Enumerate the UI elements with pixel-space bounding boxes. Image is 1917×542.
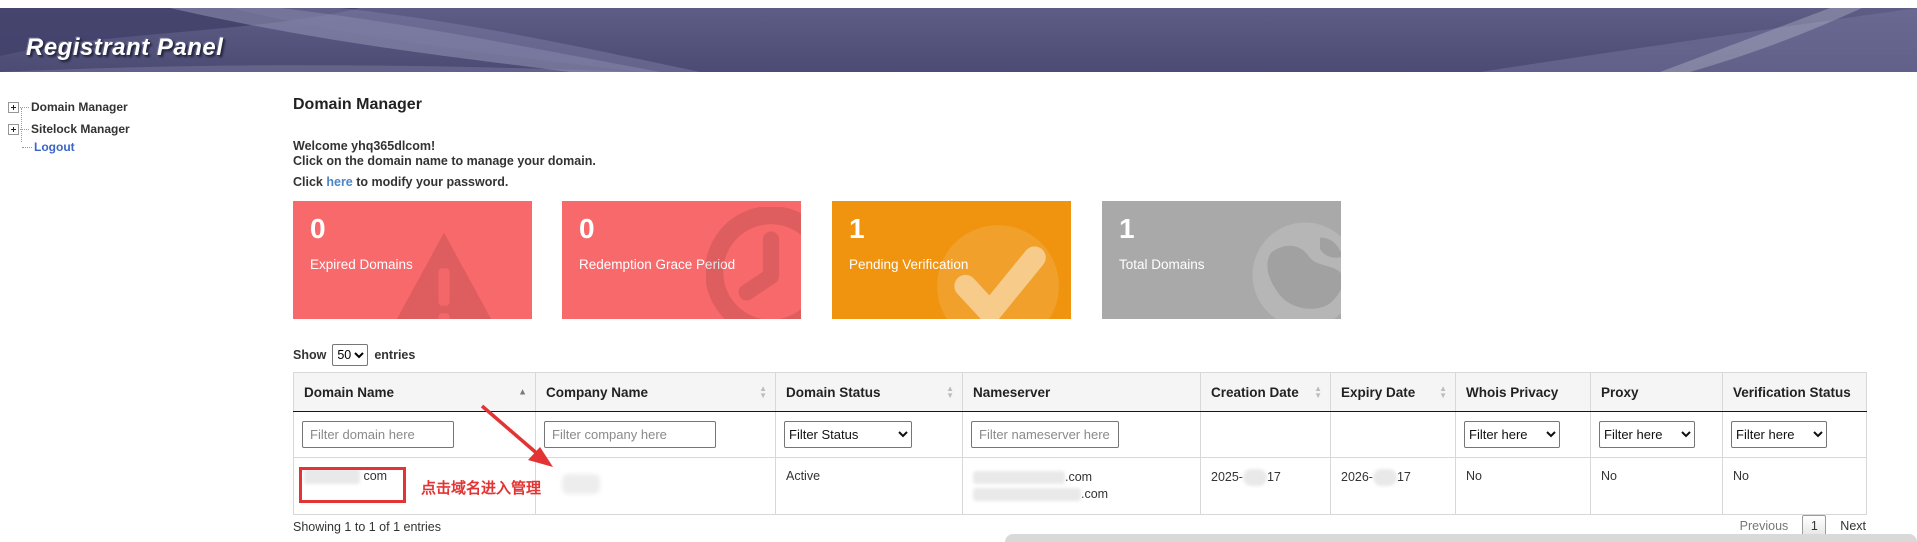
filter-expiry-date-empty	[1331, 412, 1456, 458]
card-value: 0	[310, 213, 326, 245]
tree-dotted-stub	[20, 129, 29, 130]
page-title: Domain Manager	[293, 96, 422, 114]
password-line: Click here to modify your password.	[293, 175, 508, 189]
column-header-domain-status[interactable]: Domain Status ▲▼	[776, 373, 963, 412]
card-total-domains[interactable]: 1 Total Domains	[1102, 201, 1341, 319]
expand-plus-icon[interactable]	[8, 102, 19, 113]
sort-asc-icon[interactable]: ▲	[518, 389, 527, 396]
column-header-whois-privacy[interactable]: Whois Privacy	[1456, 373, 1591, 412]
card-label: Total Domains	[1119, 257, 1205, 272]
sidebar-item-sitelock-manager[interactable]: Sitelock Manager	[8, 122, 130, 136]
sort-both-icon[interactable]: ▲▼	[946, 385, 954, 399]
showing-entries-text: Showing 1 to 1 of 1 entries	[293, 520, 441, 534]
card-value: 1	[849, 213, 865, 245]
filter-nameserver-input[interactable]	[971, 421, 1119, 448]
banner-swoosh-decoration	[0, 8, 1917, 72]
cell-whois-privacy: No	[1456, 458, 1591, 515]
cell-domain-status: Active	[776, 458, 963, 515]
welcome-line2: Click on the domain name to manage your …	[293, 154, 596, 169]
password-line-prefix: Click	[293, 175, 326, 189]
filter-creation-date-empty	[1201, 412, 1331, 458]
cell-expiry-date: 2026-17	[1331, 458, 1456, 515]
table-header-row: Domain Name ▲ Company Name ▲▼ Domain Sta…	[294, 373, 1867, 412]
filter-company-input[interactable]	[544, 421, 716, 448]
show-entries-control: Show 50 entries	[293, 344, 415, 366]
filter-row: Filter Status Filter here Filter here Fi…	[294, 412, 1867, 458]
app-title: Registrant Panel	[26, 34, 223, 62]
show-label: Show	[293, 348, 326, 362]
card-redemption-grace-period[interactable]: 0 Redemption Grace Period	[562, 201, 801, 319]
redacted-blur	[973, 471, 1065, 484]
entries-label: entries	[374, 348, 415, 362]
sidebar-item-logout[interactable]: Logout	[21, 140, 75, 154]
filter-status-select[interactable]: Filter Status	[784, 421, 912, 448]
sort-both-icon[interactable]: ▲▼	[1439, 385, 1447, 399]
welcome-text: Welcome yhq365dlcom! Click on the domain…	[293, 139, 596, 169]
column-header-verification-status[interactable]: Verification Status	[1723, 373, 1867, 412]
column-header-creation-date[interactable]: Creation Date ▲▼	[1201, 373, 1331, 412]
cell-creation-date: 2025-17	[1201, 458, 1331, 515]
bottom-panel-edge	[1005, 534, 1917, 542]
card-expired-domains[interactable]: 0 Expired Domains	[293, 201, 532, 319]
page-size-select[interactable]: 50	[332, 344, 368, 366]
cell-nameserver: .com .com	[963, 458, 1201, 515]
filter-whois-select[interactable]: Filter here	[1464, 421, 1560, 448]
domain-suffix-text[interactable]: com	[363, 469, 387, 483]
redacted-blur	[1243, 469, 1267, 486]
check-icon	[933, 221, 1063, 319]
previous-page-button[interactable]: Previous	[1740, 519, 1789, 533]
card-pending-verification[interactable]: 1 Pending Verification	[832, 201, 1071, 319]
annotation-text: 点击域名进入管理	[421, 477, 541, 498]
logout-link[interactable]: Logout	[34, 140, 75, 154]
filter-domain-input[interactable]	[302, 421, 454, 448]
column-header-domain-name[interactable]: Domain Name ▲	[294, 373, 536, 412]
welcome-line1: Welcome yhq365dlcom!	[293, 139, 596, 154]
modify-password-link[interactable]: here	[326, 175, 352, 189]
column-header-expiry-date[interactable]: Expiry Date ▲▼	[1331, 373, 1456, 412]
nameserver-line1-suffix: .com	[1065, 470, 1092, 484]
cell-verification-status: No	[1723, 458, 1867, 515]
nameserver-line2-suffix: .com	[1081, 487, 1108, 501]
sidebar-item-label[interactable]: Domain Manager	[31, 100, 128, 114]
filter-verification-select[interactable]: Filter here	[1731, 421, 1827, 448]
clock-icon	[706, 207, 801, 319]
column-header-company-name[interactable]: Company Name ▲▼	[536, 373, 776, 412]
cell-proxy: No	[1591, 458, 1723, 515]
sort-both-icon[interactable]: ▲▼	[759, 385, 767, 399]
globe-icon	[1245, 215, 1341, 319]
redacted-blur	[304, 469, 360, 484]
redacted-blur	[1373, 469, 1397, 486]
tree-dotted-stub	[22, 147, 32, 148]
sidebar-item-domain-manager[interactable]: Domain Manager	[8, 100, 128, 114]
column-header-proxy[interactable]: Proxy	[1591, 373, 1723, 412]
password-line-suffix: to modify your password.	[353, 175, 509, 189]
tree-dotted-stub	[20, 107, 29, 108]
next-page-button[interactable]: Next	[1840, 519, 1866, 533]
redacted-blur	[973, 488, 1081, 501]
sidebar-item-label[interactable]: Sitelock Manager	[31, 122, 130, 136]
card-value: 1	[1119, 213, 1135, 245]
expand-plus-icon[interactable]	[8, 124, 19, 135]
redacted-blur	[562, 474, 600, 494]
filter-proxy-select[interactable]: Filter here	[1599, 421, 1695, 448]
card-value: 0	[579, 213, 595, 245]
top-banner: Registrant Panel	[0, 8, 1917, 72]
sort-both-icon[interactable]: ▲▼	[1314, 385, 1322, 399]
column-header-nameserver[interactable]: Nameserver	[963, 373, 1201, 412]
warning-triangle-icon	[384, 227, 504, 319]
